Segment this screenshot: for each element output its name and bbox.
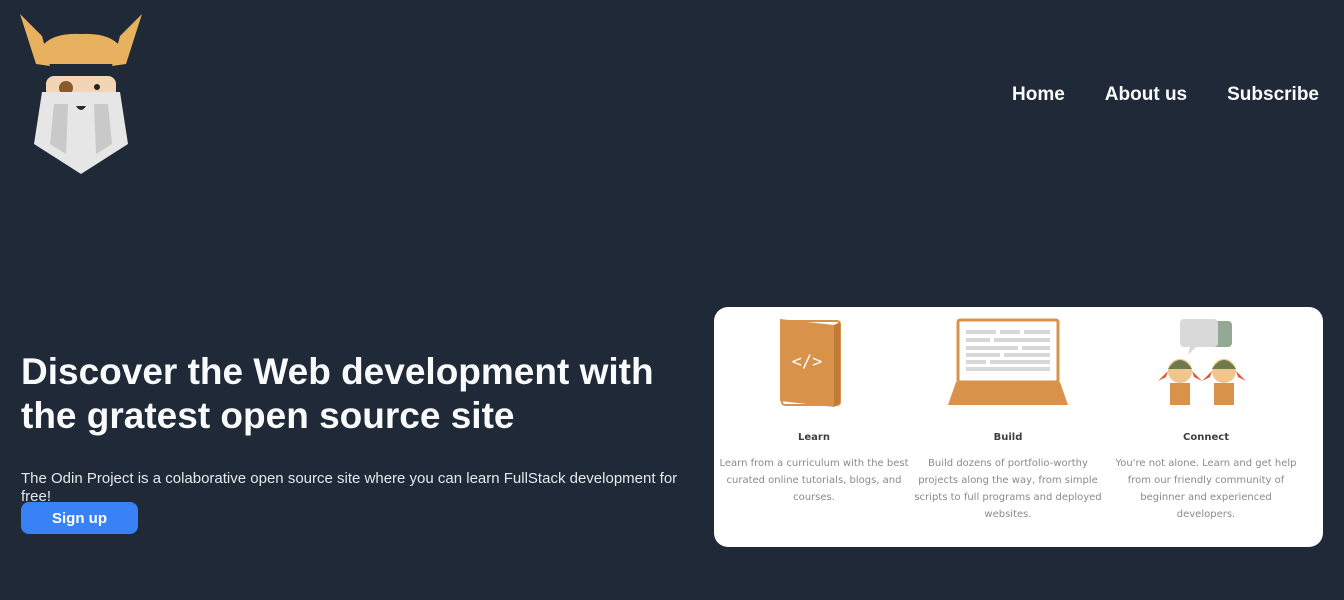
svg-text:</>: </> [792,352,823,372]
community-chat-icon [1158,319,1246,405]
odin-viking-logo-icon[interactable] [20,14,142,176]
hero-subtitle: The Odin Project is a colaborative open … [21,470,678,505]
feature-learn-description: Learn from a curriculum with the best cu… [719,458,909,503]
nav-about-link[interactable]: About us [1105,84,1187,106]
main-nav: Home About us Subscribe [1012,84,1319,106]
features-card: </> Learn Learn from a curriculum with t… [714,307,1323,547]
laptop-icon [948,318,1068,405]
feature-build-description: Build dozens of portfolio-worthy project… [914,458,1102,520]
signup-button[interactable]: Sign up [21,502,138,534]
feature-connect: Connect You're not alone. Learn and get … [1106,307,1306,520]
book-code-icon: </> [780,319,841,407]
page: Home About us Subscribe Discover the Web… [0,0,1344,600]
feature-build-title: Build [993,432,1023,443]
hero-title: Discover the Web development with the gr… [21,351,654,436]
feature-build: Build Build dozens of portfolio-worthy p… [908,307,1108,520]
nav-subscribe-link[interactable]: Subscribe [1227,84,1319,106]
feature-connect-description: You're not alone. Learn and get help fro… [1115,458,1297,520]
feature-learn-title: Learn [798,432,830,443]
feature-learn: </> Learn Learn from a curriculum with t… [714,307,914,503]
nav-home-link[interactable]: Home [1012,84,1065,106]
feature-connect-title: Connect [1183,432,1229,443]
